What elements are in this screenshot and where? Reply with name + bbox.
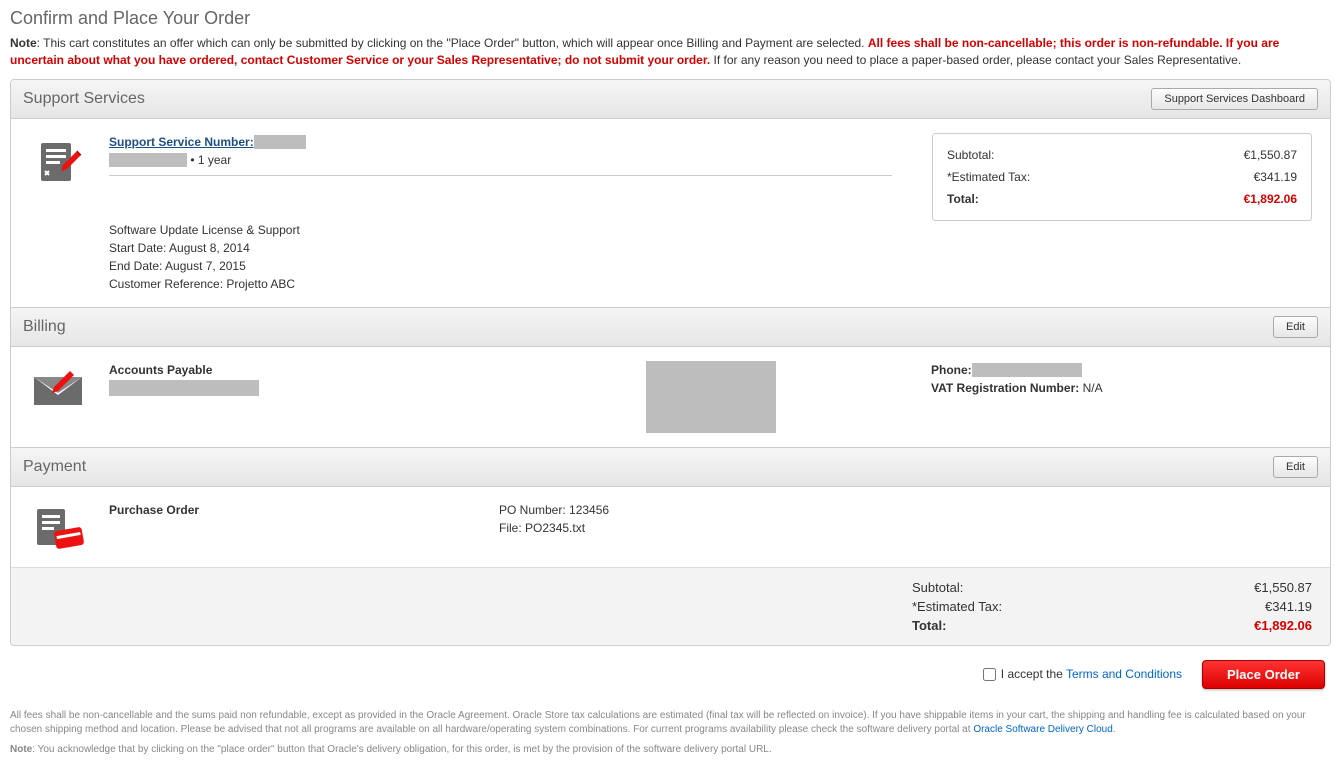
- total-label: Total:: [947, 190, 979, 208]
- payment-body: Purchase Order PO Number: 123456 File: P…: [11, 487, 1330, 567]
- total-value: €1,892.06: [1244, 190, 1297, 208]
- billing-body: Accounts Payable Phone: VAT Registration…: [11, 347, 1330, 447]
- vat-value: N/A: [1083, 381, 1103, 395]
- redacted-phone: [972, 363, 1082, 377]
- fine-print-1b: .: [1113, 724, 1116, 735]
- support-start-date: Start Date: August 8, 2014: [109, 239, 1312, 257]
- footer-tax-value: €341.19: [1265, 599, 1312, 614]
- fine-print-2-text: : You acknowledge that by clicking on th…: [32, 744, 771, 755]
- footer-tax-label: *Estimated Tax:: [912, 599, 1002, 614]
- support-title: Support Services: [23, 90, 145, 108]
- note-prefix: Note: [10, 36, 37, 50]
- payment-header: Payment Edit: [11, 447, 1330, 487]
- subtotal-value: €1,550.87: [1244, 146, 1297, 164]
- payment-title: Payment: [23, 458, 86, 476]
- footer-total-value: €1,892.06: [1254, 618, 1312, 633]
- support-header: Support Services Support Services Dashbo…: [11, 80, 1330, 119]
- footer-subtotal-value: €1,550.87: [1254, 580, 1312, 595]
- po-number: PO Number: 123456: [499, 501, 891, 519]
- support-end-date: End Date: August 7, 2015: [109, 257, 1312, 275]
- po-file: File: PO2345.txt: [499, 519, 891, 537]
- envelope-pencil-icon: [29, 361, 89, 413]
- payment-edit-button[interactable]: Edit: [1273, 456, 1318, 478]
- subtotal-label: Subtotal:: [947, 146, 994, 164]
- order-note: Note: This cart constitutes an offer whi…: [10, 35, 1331, 69]
- support-body: Support Service Number: • 1 year Subtota…: [11, 119, 1330, 307]
- billing-title: Billing: [23, 318, 66, 336]
- redacted-address-block: [646, 361, 776, 433]
- accept-terms-wrap[interactable]: I accept the Terms and Conditions: [983, 667, 1182, 681]
- support-service-number-link[interactable]: Support Service Number:: [109, 135, 254, 149]
- accounts-payable-label: Accounts Payable: [109, 361, 490, 379]
- footer-summary: Subtotal: €1,550.87 *Estimated Tax: €341.1…: [11, 567, 1330, 645]
- order-bar: I accept the Terms and Conditions Place …: [10, 650, 1331, 703]
- payment-method: Purchase Order: [109, 501, 469, 519]
- fine-print-2: Note: You acknowledge that by clicking o…: [10, 743, 1331, 757]
- billing-header: Billing Edit: [11, 307, 1330, 347]
- redacted-product: [109, 153, 187, 167]
- phone-label: Phone:: [931, 363, 972, 377]
- order-panel: Support Services Support Services Dashbo…: [10, 79, 1331, 646]
- terms-link[interactable]: Terms and Conditions: [1066, 667, 1182, 681]
- support-summary-box: Subtotal: €1,550.87 *Estimated Tax: €341.1…: [932, 133, 1312, 221]
- accept-terms-checkbox[interactable]: [983, 668, 996, 681]
- delivery-cloud-link[interactable]: Oracle Software Delivery Cloud: [973, 724, 1113, 735]
- tax-label: *Estimated Tax:: [947, 168, 1030, 186]
- page-title: Confirm and Place Your Order: [10, 8, 1331, 29]
- vat-label: VAT Registration Number:: [931, 381, 1079, 395]
- support-duration: • 1 year: [190, 153, 231, 167]
- accept-text: I accept the: [1001, 667, 1066, 681]
- support-line-item: Software Update License & Support: [109, 221, 1312, 239]
- support-customer-ref: Customer Reference: Projetto ABC: [109, 275, 1312, 293]
- billing-edit-button[interactable]: Edit: [1273, 316, 1318, 338]
- support-dashboard-button[interactable]: Support Services Dashboard: [1151, 88, 1318, 110]
- document-card-icon: [29, 501, 89, 553]
- place-order-button[interactable]: Place Order: [1202, 660, 1325, 689]
- footer-subtotal-label: Subtotal:: [912, 580, 963, 595]
- redacted-billing-name: [109, 380, 259, 396]
- fine-print-1: All fees shall be non-cancellable and th…: [10, 709, 1331, 737]
- note-part2: If for any reason you need to place a pa…: [710, 53, 1241, 67]
- redacted-ssn: [254, 135, 306, 149]
- tax-value: €341.19: [1254, 168, 1297, 186]
- note-part1: : This cart constitutes an offer which c…: [37, 36, 868, 50]
- fine-print-2-prefix: Note: [10, 744, 32, 755]
- document-edit-icon: [29, 133, 89, 189]
- footer-total-label: Total:: [912, 618, 946, 633]
